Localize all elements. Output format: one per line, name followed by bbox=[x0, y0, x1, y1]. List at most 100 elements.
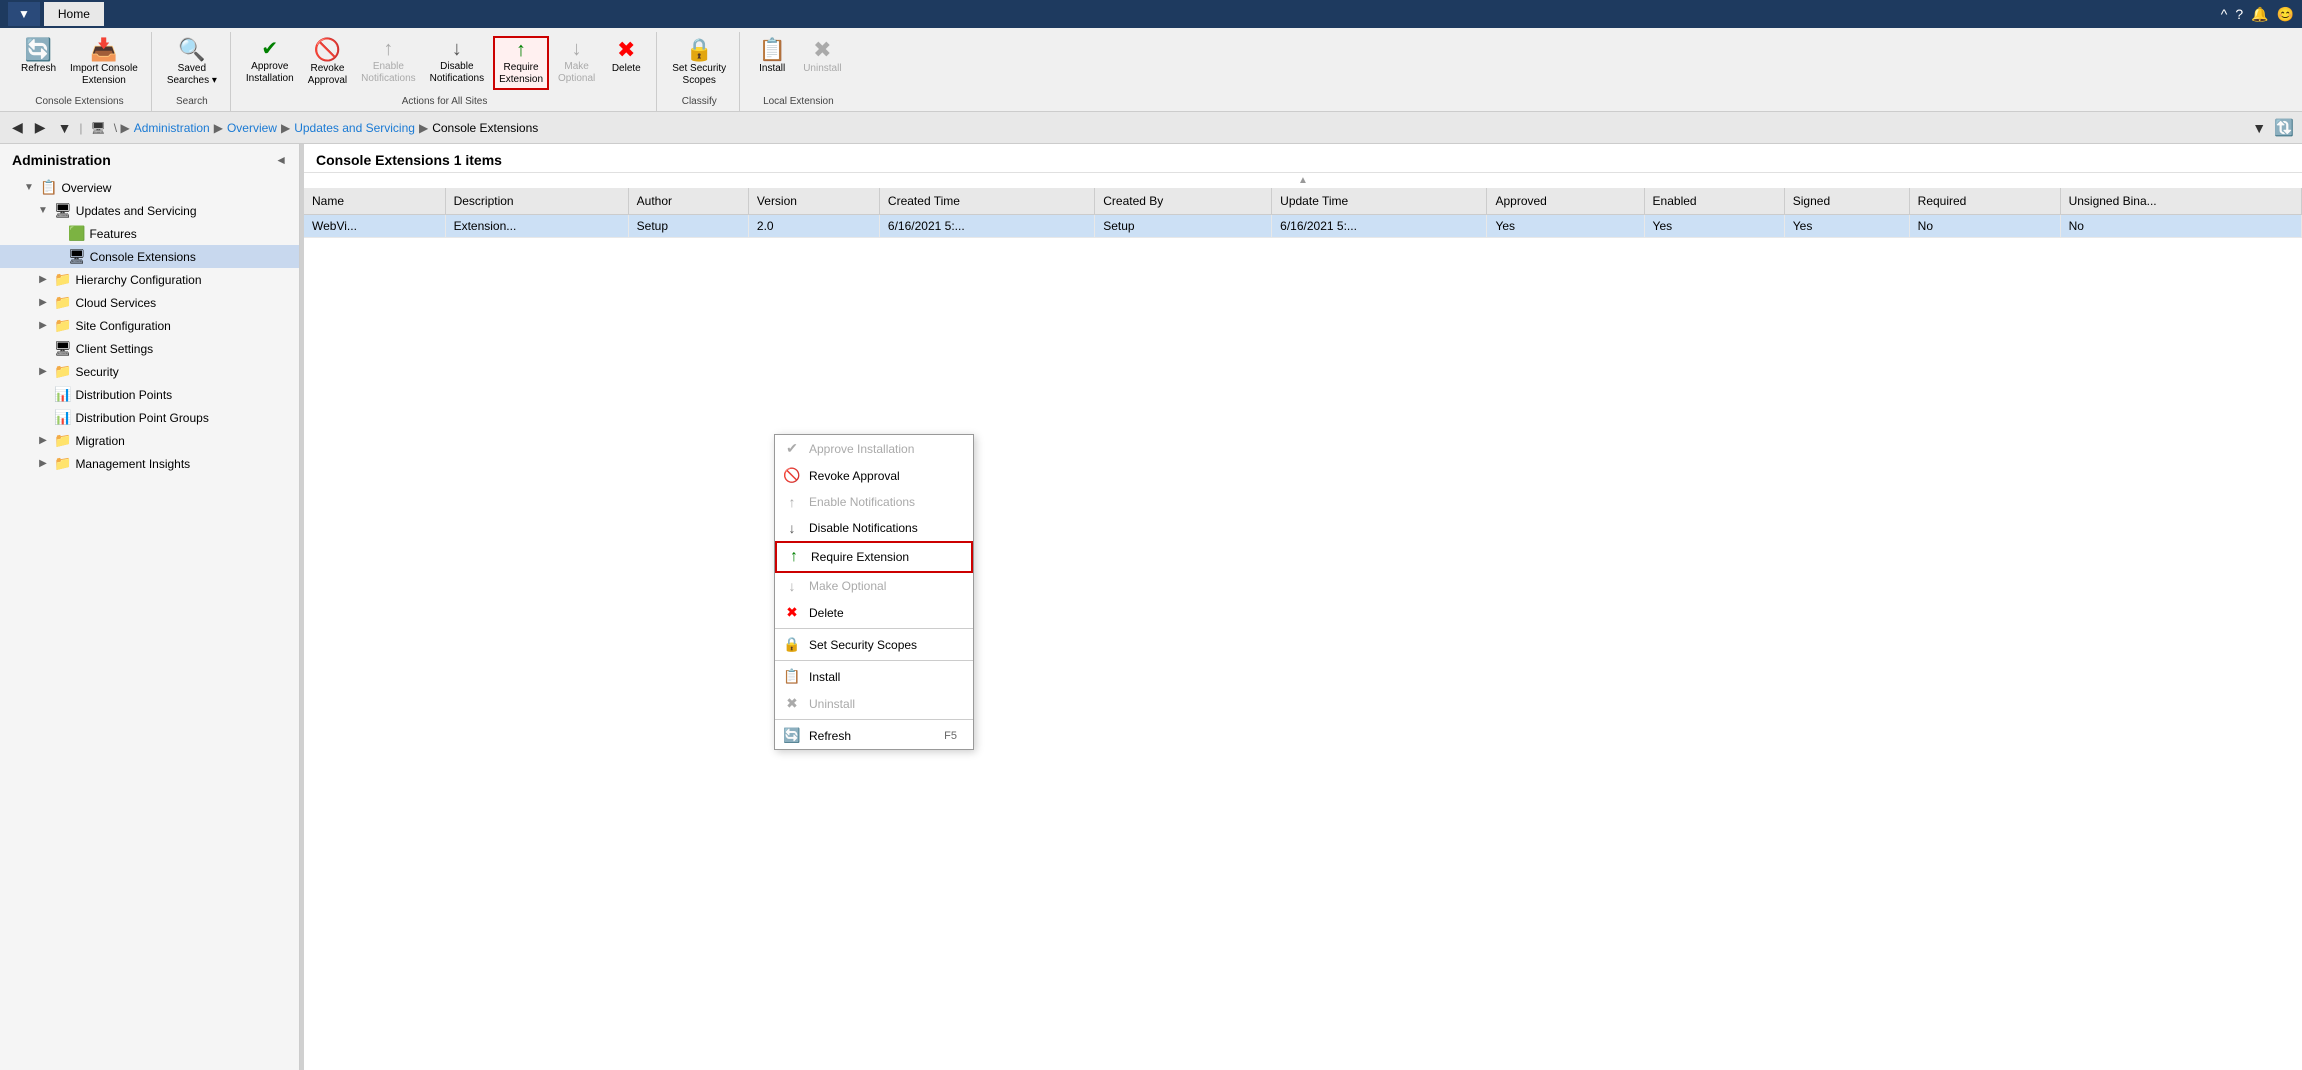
nav-refresh-button[interactable]: 🔃 bbox=[2274, 118, 2294, 138]
make-optional-icon: ↓ bbox=[572, 39, 582, 59]
ribbon: 🔄 Refresh 📥 Import ConsoleExtension Cons… bbox=[0, 28, 2302, 112]
table-row[interactable]: WebVi... Extension... Setup 2.0 6/16/202… bbox=[304, 215, 2302, 238]
col-version[interactable]: Version bbox=[748, 188, 879, 215]
col-required[interactable]: Required bbox=[1909, 188, 2060, 215]
nav-dropdown-button[interactable]: ▼ bbox=[54, 118, 76, 138]
breadcrumb: \ ▶ Administration ▶ Overview ▶ Updates … bbox=[114, 121, 2244, 135]
ctx-approve-installation[interactable]: ✔ Approve Installation bbox=[775, 435, 973, 462]
delete-button[interactable]: ✖ Delete bbox=[604, 36, 648, 78]
features-icon: 🟩 bbox=[68, 225, 85, 242]
ctx-require-extension[interactable]: ↑ Require Extension bbox=[775, 541, 973, 573]
cell-enabled: Yes bbox=[1644, 215, 1784, 238]
sidebar-item-updates-and-servicing[interactable]: ▼ 🖥 Updates and Servicing bbox=[0, 199, 299, 222]
col-name[interactable]: Name bbox=[304, 188, 445, 215]
col-description[interactable]: Description bbox=[445, 188, 628, 215]
ctx-revoke-approval[interactable]: 🚫 Revoke Approval bbox=[775, 462, 973, 489]
back-button[interactable]: ◀ bbox=[8, 117, 27, 138]
hierarchy-label: Hierarchy Configuration bbox=[75, 273, 291, 287]
col-approved[interactable]: Approved bbox=[1487, 188, 1644, 215]
sidebar-collapse-button[interactable]: ◄ bbox=[275, 153, 287, 167]
hierarchy-icon: 📁 bbox=[54, 271, 71, 288]
uninstall-label: Uninstall bbox=[803, 63, 841, 75]
ctx-refresh[interactable]: 🔄 Refresh F5 bbox=[775, 722, 973, 749]
col-signed[interactable]: Signed bbox=[1784, 188, 1909, 215]
console-ext-label: Console Extensions bbox=[90, 250, 291, 264]
dist-points-icon: 📊 bbox=[54, 386, 71, 403]
forward-button[interactable]: ▶ bbox=[31, 117, 50, 138]
sidebar-item-cloud-services[interactable]: ▶ 📁 Cloud Services bbox=[0, 291, 299, 314]
ribbon-group-console-extensions: 🔄 Refresh 📥 Import ConsoleExtension Cons… bbox=[8, 32, 152, 111]
ctx-enable-notifications[interactable]: ↑ Enable Notifications bbox=[775, 489, 973, 515]
saved-searches-label: SavedSearches ▾ bbox=[167, 63, 217, 87]
ctx-make-optional[interactable]: ↓ Make Optional bbox=[775, 573, 973, 599]
sidebar-item-migration[interactable]: ▶ 📁 Migration bbox=[0, 429, 299, 452]
enable-notif-icon: ↑ bbox=[383, 39, 393, 59]
set-security-scopes-button[interactable]: 🔒 Set SecurityScopes bbox=[667, 36, 731, 90]
ribbon-group-actions-label: Actions for All Sites bbox=[402, 94, 488, 111]
import-icon: 📥 bbox=[90, 39, 117, 61]
ctx-install-label: Install bbox=[809, 670, 840, 684]
ctx-approve-icon: ✔ bbox=[783, 440, 801, 457]
sidebar-item-distribution-points[interactable]: 📊 Distribution Points bbox=[0, 383, 299, 406]
require-extension-button[interactable]: ↑ RequireExtension bbox=[493, 36, 549, 90]
user-icon[interactable]: 😊 bbox=[2277, 6, 2294, 23]
col-author[interactable]: Author bbox=[628, 188, 748, 215]
help-icon[interactable]: ? bbox=[2235, 6, 2243, 23]
col-created-time[interactable]: Created Time bbox=[879, 188, 1094, 215]
import-console-extension-button[interactable]: 📥 Import ConsoleExtension bbox=[65, 36, 143, 90]
col-unsigned-binary[interactable]: Unsigned Bina... bbox=[2060, 188, 2301, 215]
breadcrumb-overview[interactable]: Overview bbox=[227, 121, 277, 135]
sidebar-item-overview[interactable]: ▼ 📋 Overview bbox=[0, 176, 299, 199]
migration-expander: ▶ bbox=[36, 435, 50, 446]
ctx-uninstall[interactable]: ✖ Uninstall bbox=[775, 690, 973, 717]
cell-approved: Yes bbox=[1487, 215, 1644, 238]
ctx-disable-notifications[interactable]: ↓ Disable Notifications bbox=[775, 515, 973, 541]
security-scopes-label: Set SecurityScopes bbox=[672, 63, 726, 87]
overview-expander: ▼ bbox=[22, 182, 36, 193]
revoke-approval-button[interactable]: 🚫 RevokeApproval bbox=[303, 36, 352, 90]
ctx-set-security-scopes[interactable]: 🔒 Set Security Scopes bbox=[775, 631, 973, 658]
app-menu-button[interactable]: ▼ bbox=[8, 2, 40, 26]
sidebar-item-client-settings[interactable]: 🖥 Client Settings bbox=[0, 337, 299, 360]
site-config-label: Site Configuration bbox=[75, 319, 291, 333]
mgmt-insights-expander: ▶ bbox=[36, 458, 50, 469]
require-ext-label: RequireExtension bbox=[499, 62, 543, 86]
content-header: Console Extensions 1 items bbox=[304, 144, 2302, 173]
sidebar-item-hierarchy-configuration[interactable]: ▶ 📁 Hierarchy Configuration bbox=[0, 268, 299, 291]
sidebar-item-distribution-point-groups[interactable]: 📊 Distribution Point Groups bbox=[0, 406, 299, 429]
nav-home-button[interactable]: 🖥 bbox=[87, 119, 110, 137]
sidebar-item-features[interactable]: 🟩 Features bbox=[0, 222, 299, 245]
disable-notifications-button[interactable]: ↓ DisableNotifications bbox=[425, 36, 489, 88]
uninstall-button[interactable]: ✖ Uninstall bbox=[798, 36, 846, 78]
sidebar-item-console-extensions[interactable]: 🖥 Console Extensions bbox=[0, 245, 299, 268]
ctx-delete[interactable]: ✖ Delete bbox=[775, 599, 973, 626]
breadcrumb-updates[interactable]: Updates and Servicing bbox=[294, 121, 415, 135]
col-enabled[interactable]: Enabled bbox=[1644, 188, 1784, 215]
approve-installation-button[interactable]: ✔ ApproveInstallation bbox=[241, 36, 299, 88]
tab-home[interactable]: Home bbox=[44, 2, 104, 26]
security-expander: ▶ bbox=[36, 366, 50, 377]
sidebar-item-site-configuration[interactable]: ▶ 📁 Site Configuration bbox=[0, 314, 299, 337]
col-created-by[interactable]: Created By bbox=[1095, 188, 1272, 215]
breadcrumb-admin[interactable]: Administration bbox=[134, 121, 210, 135]
ctx-install[interactable]: 📋 Install bbox=[775, 663, 973, 690]
saved-searches-button[interactable]: 🔍 SavedSearches ▾ bbox=[162, 36, 222, 90]
make-optional-button[interactable]: ↓ MakeOptional bbox=[553, 36, 600, 88]
install-button[interactable]: 📋 Install bbox=[750, 36, 794, 78]
sidebar-item-management-insights[interactable]: ▶ 📁 Management Insights bbox=[0, 452, 299, 475]
ribbon-group-classify-label: Classify bbox=[682, 94, 717, 111]
ribbon-group-search-label: Search bbox=[176, 94, 208, 111]
sidebar-item-security[interactable]: ▶ 📁 Security bbox=[0, 360, 299, 383]
approve-icon: ✔ bbox=[261, 39, 278, 59]
notification-icon[interactable]: 🔔 bbox=[2251, 6, 2268, 23]
enable-notifications-button[interactable]: ↑ EnableNotifications bbox=[356, 36, 420, 88]
ctx-refresh-label: Refresh bbox=[809, 729, 851, 743]
ribbon-group-classify-buttons: 🔒 Set SecurityScopes bbox=[667, 32, 731, 94]
refresh-button[interactable]: 🔄 Refresh bbox=[16, 36, 61, 78]
breadcrumb-dropdown-button[interactable]: ▼ bbox=[2248, 118, 2270, 138]
cell-created-by: Setup bbox=[1095, 215, 1272, 238]
ctx-approve-label: Approve Installation bbox=[809, 442, 914, 456]
minimize-icon[interactable]: ^ bbox=[2221, 6, 2228, 23]
overview-label: Overview bbox=[61, 181, 291, 195]
col-update-time[interactable]: Update Time bbox=[1272, 188, 1487, 215]
